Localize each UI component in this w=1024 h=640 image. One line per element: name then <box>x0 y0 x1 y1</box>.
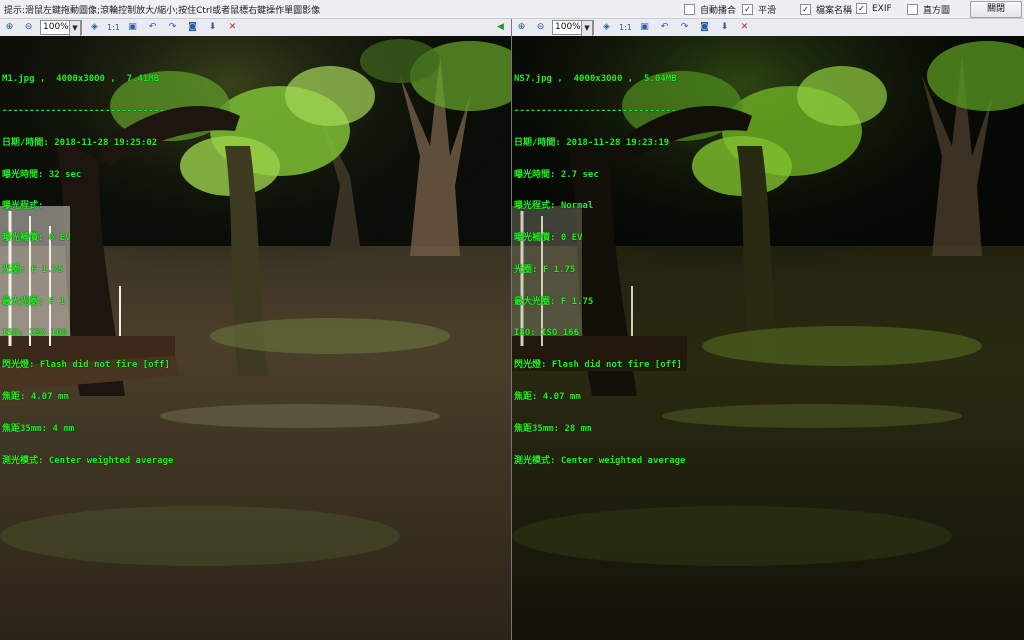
option-histogram[interactable]: 直方圖 <box>907 3 950 16</box>
exif-separator: ------------------------------ <box>514 105 677 116</box>
export-icon[interactable]: ⬇ <box>718 21 731 34</box>
one-to-one-button[interactable]: 1:1 <box>107 21 120 34</box>
export-icon[interactable]: ⬇ <box>206 21 219 34</box>
fit-icon[interactable]: ◈ <box>600 21 613 34</box>
one-to-one-button[interactable]: 1:1 <box>619 21 632 34</box>
exif-flash: 閃光燈: Flash did not fire [off] <box>2 360 170 371</box>
exif-metering-mode: 測光模式: Center weighted average <box>514 455 686 466</box>
exif-focal-length: 焦距: 4.07 mm <box>514 392 581 402</box>
close-button[interactable]: 關閉 <box>970 1 1022 18</box>
right-photo: NS7.jpg , 4000x3000 , 5.04MB -----------… <box>512 36 1024 640</box>
exif-iso: ISO: ISO 100 <box>2 328 68 339</box>
zoom-in-icon[interactable]: ⊕ <box>515 21 528 34</box>
exif-filename: M1.jpg , 4000x3000 , 7.41MB <box>2 74 160 85</box>
zoom-out-icon[interactable]: ⊖ <box>22 21 35 34</box>
exif-max-aperture: 最大光圈: F 1 <box>2 296 66 307</box>
window-title-bar: 提示:滑鼠左鍵拖動圖像;滾輪控制放大/縮小;按住Ctrl或者鼠標右鍵操作單圖影像… <box>0 0 1024 19</box>
option-smooth-checkbox[interactable]: ✓ <box>742 4 753 15</box>
exif-exposure-bias: 曝光補償: 0 EV <box>2 233 71 244</box>
rotate-right-icon[interactable]: ↷ <box>166 21 179 34</box>
right-exif-overlay: NS7.jpg , 4000x3000 , 5.04MB -----------… <box>514 53 685 487</box>
chevron-down-icon[interactable]: ▼ <box>581 20 593 37</box>
option-exif-label: EXIF <box>872 3 892 14</box>
option-filename[interactable]: ✓ 檔案名稱 <box>800 3 852 16</box>
option-auto-merge[interactable]: 自動播合 <box>684 3 736 16</box>
exif-max-aperture: 最大光圈: F 1.75 <box>514 296 594 307</box>
fit-icon[interactable]: ◈ <box>88 21 101 34</box>
right-toolbar: ⊕ ⊖ 100% ▼ ◈ 1:1 ▣ ↶ ↷ ◙ ⬇ ✕ <box>512 19 1024 37</box>
exif-exposure-program: 曝光程式: <box>2 201 44 212</box>
left-toolbar: ⊕ ⊖ 100% ▼ ◈ 1:1 ▣ ↶ ↷ ◙ ⬇ ✕ ◀ <box>0 19 511 37</box>
exif-iso: ISO: ISO 166 <box>514 328 580 339</box>
delete-icon[interactable]: ✕ <box>226 21 239 34</box>
save-icon[interactable]: ◙ <box>186 21 199 34</box>
option-smooth-label: 平滑 <box>758 6 777 16</box>
exif-datetime: 日期/時間: 2018-11-28 19:23:19 <box>514 137 670 148</box>
exif-exposure-bias: 曝光補償: 0 EV <box>514 233 583 244</box>
delete-icon[interactable]: ✕ <box>738 21 751 34</box>
fit-window-icon[interactable]: ▣ <box>126 21 139 34</box>
option-smooth[interactable]: ✓ 平滑 <box>742 3 776 16</box>
option-filename-checkbox[interactable]: ✓ <box>800 4 811 15</box>
option-filename-label: 檔案名稱 <box>816 6 853 16</box>
left-photo: M1.jpg , 4000x3000 , 7.41MB ------------… <box>0 36 511 640</box>
exif-flash: 閃光燈: Flash did not fire [off] <box>514 360 682 371</box>
exif-datetime: 日期/時間: 2018-11-28 19:25:02 <box>2 137 158 148</box>
sync-arrow-icon[interactable]: ◀ <box>494 21 507 34</box>
exif-metering-mode: 測光模式: Center weighted average <box>2 455 174 466</box>
option-exif-checkbox[interactable]: ✓ <box>856 3 867 14</box>
exif-exposure-time: 曝光時間: 32 sec <box>2 169 82 180</box>
exif-focal-length-35mm: 焦距35mm: 4 mm <box>2 423 75 434</box>
save-icon[interactable]: ◙ <box>698 21 711 34</box>
exif-aperture: 光圈: F 1.75 <box>2 264 64 275</box>
option-histogram-checkbox[interactable] <box>907 4 918 15</box>
fit-window-icon[interactable]: ▣ <box>638 21 651 34</box>
left-image-pane[interactable]: ⊕ ⊖ 100% ▼ ◈ 1:1 ▣ ↶ ↷ ◙ ⬇ ✕ ◀ M1.jpg , … <box>0 19 511 640</box>
exif-exposure-time: 曝光時間: 2.7 sec <box>514 169 599 180</box>
zoom-in-icon[interactable]: ⊕ <box>3 21 16 34</box>
zoom-out-icon[interactable]: ⊖ <box>534 21 547 34</box>
option-histogram-label: 直方圖 <box>923 6 951 16</box>
option-auto-merge-label: 自動播合 <box>700 6 737 16</box>
exif-separator: ------------------------------ <box>2 105 165 116</box>
exif-filename: NS7.jpg , 4000x3000 , 5.04MB <box>514 74 677 85</box>
right-image-pane[interactable]: ⊕ ⊖ 100% ▼ ◈ 1:1 ▣ ↶ ↷ ◙ ⬇ ✕ NS7.jpg , 4… <box>512 19 1024 640</box>
option-exif[interactable]: ✓ EXIF <box>856 3 892 14</box>
rotate-right-icon[interactable]: ↷ <box>678 21 691 34</box>
left-exif-overlay: M1.jpg , 4000x3000 , 7.41MB ------------… <box>2 53 173 487</box>
rotate-left-icon[interactable]: ↶ <box>658 21 671 34</box>
exif-aperture: 光圈: F 1.75 <box>514 264 576 275</box>
exif-exposure-program: 曝光程式: Normal <box>514 201 594 212</box>
exif-focal-length-35mm: 焦距35mm: 28 mm <box>514 423 592 434</box>
option-auto-merge-checkbox[interactable] <box>684 4 695 15</box>
chevron-down-icon[interactable]: ▼ <box>69 20 81 37</box>
rotate-left-icon[interactable]: ↶ <box>146 21 159 34</box>
exif-focal-length: 焦距: 4.07 mm <box>2 392 69 402</box>
